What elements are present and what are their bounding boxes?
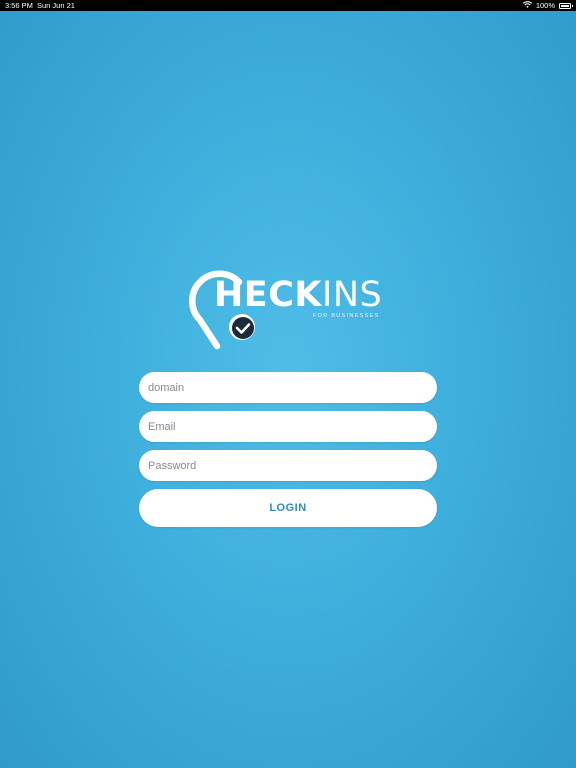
status-date: Sun Jun 21 — [37, 1, 75, 10]
checkins-logo: HECKINS FOR BUSINESSES — [186, 262, 396, 352]
status-time: 3:56 PM — [5, 1, 33, 10]
battery-percent: 100% — [535, 1, 555, 10]
logo-text-thin: INS — [322, 275, 383, 315]
status-indicators: 100% — [522, 0, 573, 11]
login-button[interactable]: LOGIN — [139, 489, 437, 527]
battery-icon — [559, 2, 573, 9]
wifi-icon — [522, 0, 532, 11]
logo-text-bold: HECK — [214, 275, 323, 315]
logo-wordmark: HECKINS — [214, 275, 382, 315]
email-input[interactable] — [139, 411, 437, 442]
battery-level — [561, 4, 569, 7]
logo-tagline: FOR BUSINESSES — [313, 313, 380, 319]
password-input[interactable] — [139, 450, 437, 481]
domain-input[interactable] — [139, 372, 437, 403]
status-bar: 3:56 PM Sun Jun 21 100% — [0, 0, 576, 11]
